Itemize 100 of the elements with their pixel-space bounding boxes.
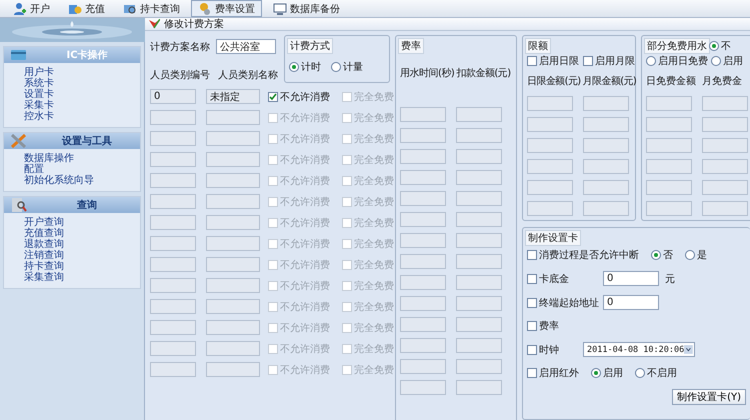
category-name-field[interactable] [206, 299, 260, 314]
sidebar-link[interactable]: 持卡查询 [24, 261, 140, 272]
checkbox[interactable]: 费率 [527, 319, 559, 333]
toolbar-button[interactable]: 数据库备份 [266, 0, 347, 17]
radio-button[interactable]: 是 [685, 248, 707, 262]
make-card-button[interactable]: 制作设置卡(Y) [672, 389, 746, 405]
radio-button[interactable]: 不 [709, 39, 731, 53]
group-title: 计费方式 [287, 38, 333, 54]
category-name-field[interactable] [206, 110, 260, 125]
category-name-field[interactable] [206, 278, 260, 293]
sidebar-link[interactable]: 充值查询 [24, 228, 140, 239]
checkbox[interactable]: 时钟 [527, 342, 559, 356]
monthly-limit-field[interactable] [583, 117, 629, 132]
radio-button[interactable]: 启用日免费 [646, 54, 708, 68]
field-label: 计费方案名称 [150, 40, 210, 54]
amount-field[interactable] [456, 254, 502, 269]
toolbar-button[interactable]: 持卡查询 [116, 0, 187, 17]
monthly-limit-field[interactable] [583, 159, 629, 174]
monthly-free-field[interactable] [702, 180, 748, 195]
checkbox[interactable]: 消费过程是否允许中断 [527, 248, 639, 262]
monthly-free-field[interactable] [702, 159, 748, 174]
checkbox[interactable]: 不允许消费 [268, 90, 336, 104]
monthly-free-field[interactable] [702, 96, 748, 111]
amount-field[interactable] [456, 170, 502, 185]
plan-name-field[interactable]: 公共浴室 [216, 39, 276, 54]
sidebar-link[interactable]: 配置 [24, 164, 140, 175]
category-name-field[interactable] [206, 152, 260, 167]
amount-field[interactable] [456, 212, 502, 227]
category-name-field[interactable] [206, 362, 260, 377]
sidebar-link[interactable]: 用户卡 [24, 67, 140, 78]
group-title: 制作设置卡 [525, 230, 581, 246]
checkbox[interactable]: 启用月限 [583, 54, 635, 68]
amount-field[interactable] [456, 380, 502, 395]
column-header: 日免费金额 [646, 74, 696, 88]
amount-field[interactable] [456, 296, 502, 311]
monthly-limit-field[interactable] [583, 180, 629, 195]
category-name-field[interactable] [206, 173, 260, 188]
toolbar-button[interactable]: 开户 [6, 0, 57, 17]
checkmark-icon [269, 92, 277, 100]
category-name-field[interactable] [206, 257, 260, 272]
radio-button[interactable]: 启用 [591, 366, 623, 380]
sidebar-link[interactable]: 退款查询 [24, 239, 140, 250]
radio-button[interactable]: 计量 [331, 60, 363, 74]
checkbox[interactable]: 终端起始地址 [527, 296, 599, 310]
monthly-free-field[interactable] [702, 138, 748, 153]
checkbox[interactable]: 卡底金 [527, 272, 569, 286]
checkbox[interactable]: 启用红外 [527, 366, 579, 380]
toolbar-button[interactable]: 充值 [61, 0, 112, 17]
category-name-field[interactable] [206, 320, 260, 335]
toolbar-button[interactable]: 费率设置 [191, 0, 262, 17]
amount-field[interactable] [456, 275, 502, 290]
amount-field[interactable] [456, 149, 502, 164]
monthly-limit-field[interactable] [583, 201, 629, 216]
search-icon [10, 197, 28, 213]
group-title: 部分免费用水 [644, 38, 710, 54]
radio-button[interactable]: 否 [651, 248, 673, 262]
category-name-field[interactable] [206, 194, 260, 209]
column-header: 月免费金 [702, 74, 742, 88]
datetime-dropdown[interactable]: 2011-04-08 10:20:06 [583, 342, 695, 357]
category-name-field[interactable] [206, 236, 260, 251]
amount-field[interactable] [456, 107, 502, 122]
category-name-field[interactable] [206, 215, 260, 230]
value-field[interactable]: 0 [603, 271, 659, 286]
amount-field[interactable] [456, 233, 502, 248]
radio-button[interactable]: 不启用 [635, 366, 677, 380]
sidebar-link[interactable]: 采集卡 [24, 100, 140, 111]
sidebar-link[interactable]: 系统卡 [24, 78, 140, 89]
sidebar-link[interactable]: 注销查询 [24, 250, 140, 261]
checkbox[interactable]: 启用日限 [527, 54, 579, 68]
radio-button[interactable]: 启用 [711, 54, 743, 68]
amount-field[interactable] [456, 359, 502, 374]
group-title: 限额 [525, 38, 551, 54]
section-title: 查询 [76, 198, 98, 212]
sidebar-link[interactable]: 控水卡 [24, 111, 140, 122]
amount-field[interactable] [456, 128, 502, 143]
monitor-icon [273, 2, 287, 16]
section-title: 设置与工具 [60, 134, 113, 148]
sidebar-link[interactable]: 开户查询 [24, 217, 140, 228]
radio-button[interactable]: 计时 [289, 60, 321, 74]
monthly-free-field[interactable] [702, 117, 748, 132]
value-field[interactable]: 0 [603, 295, 659, 310]
column-header: 人员类别名称 [218, 68, 278, 82]
sidebar-link[interactable]: 采集查询 [24, 272, 140, 283]
category-name-field[interactable] [206, 341, 260, 356]
category-name-field[interactable] [206, 131, 260, 146]
section-title: IC卡操作 [65, 48, 109, 62]
sidebar-link[interactable]: 设置卡 [24, 89, 140, 100]
sidebar-link[interactable]: 数据库操作 [24, 153, 140, 164]
amount-field[interactable] [456, 317, 502, 332]
column-header: 扣款金额(元) [456, 66, 511, 80]
monthly-limit-field[interactable] [583, 138, 629, 153]
monthly-free-field[interactable] [702, 201, 748, 216]
sidebar-link[interactable]: 初始化系统向导 [24, 175, 140, 186]
dialog-title: 修改计费方案 [164, 18, 224, 31]
monthly-limit-field[interactable] [583, 96, 629, 111]
amount-field[interactable] [456, 338, 502, 353]
category-name-field[interactable]: 未指定 [206, 89, 260, 104]
amount-field[interactable] [456, 191, 502, 206]
card-icon [10, 47, 28, 63]
category-id-field[interactable]: 0 [150, 89, 196, 104]
